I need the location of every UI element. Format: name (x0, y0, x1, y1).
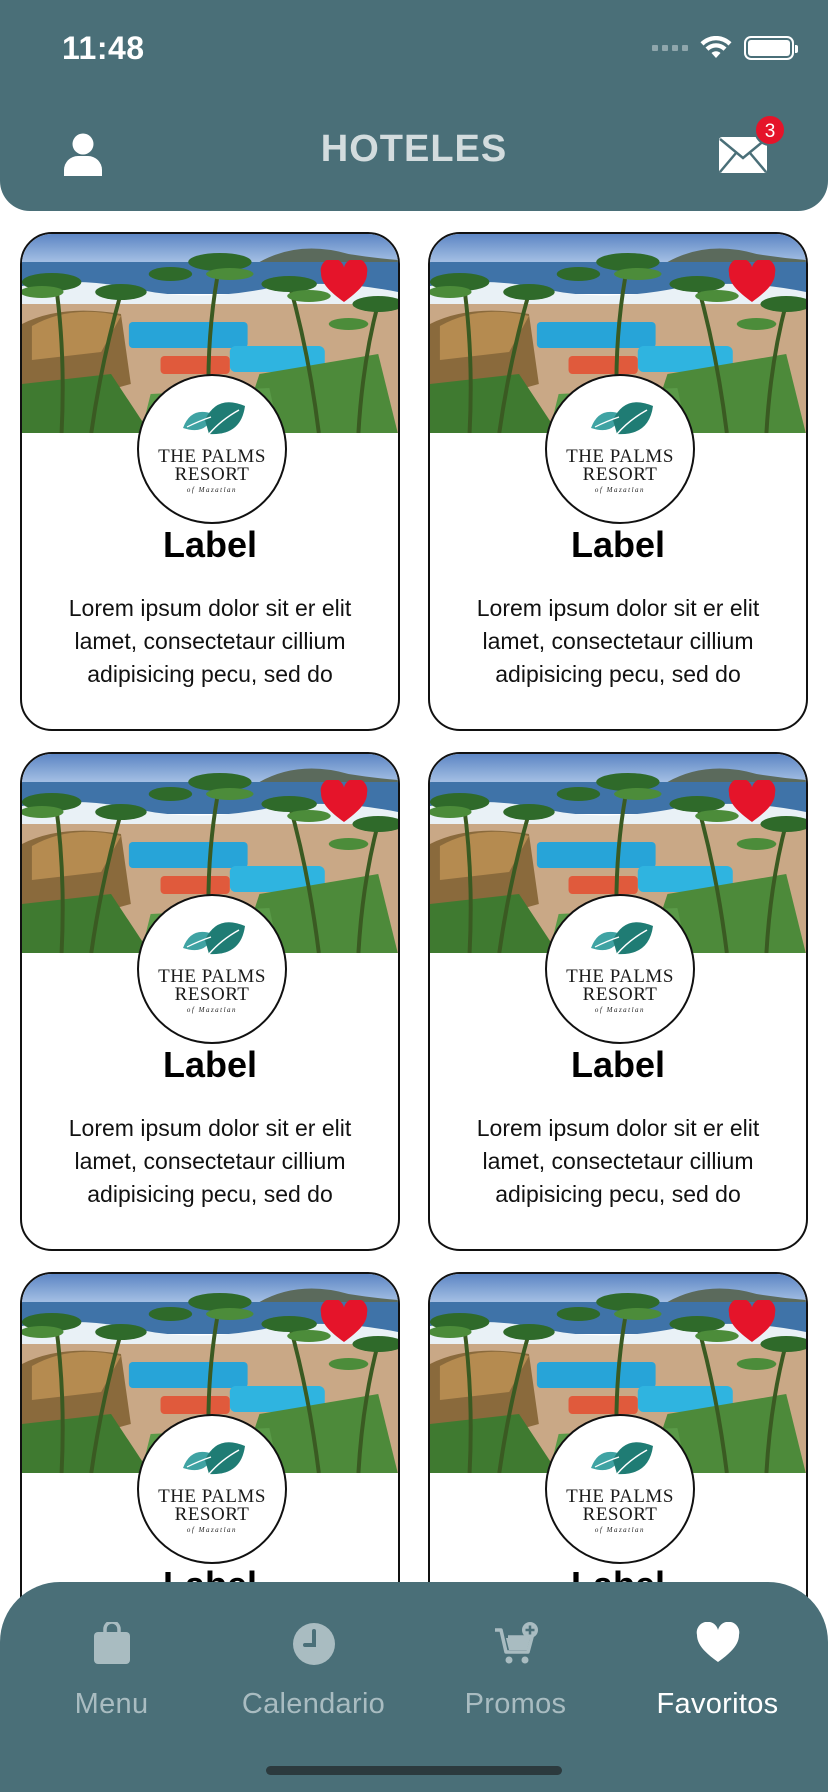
logo-text-line3: of Mazatlan (594, 486, 646, 494)
favorite-heart-icon[interactable] (320, 780, 368, 824)
favorite-heart-icon[interactable] (320, 260, 368, 304)
tab-menu[interactable]: Menu (8, 1602, 215, 1732)
palm-leaf-logo-icon (183, 402, 245, 435)
hotel-card-description: Lorem ipsum dolor sit er elit lamet, con… (68, 1115, 352, 1207)
tab-menu-label: Menu (74, 1688, 149, 1720)
logo-text-line3: of Mazatlan (186, 1526, 238, 1534)
logo-text-line2: RESORT (582, 464, 658, 485)
hotel-card[interactable]: THE PALMS RESORT of Mazatlan Label Lorem… (428, 232, 808, 731)
app-header: 11:48 HOTELES 3 (0, 0, 828, 211)
page-title: HOTELES (320, 128, 508, 170)
tab-calendario-label: Calendario (241, 1688, 386, 1720)
favorite-heart-icon[interactable] (728, 260, 776, 304)
hotel-logo: THE PALMS RESORT of Mazatlan (137, 1414, 287, 1564)
cart-plus-icon (495, 1622, 538, 1664)
tab-promos-label: Promos (464, 1688, 567, 1720)
favorite-heart-icon[interactable] (728, 780, 776, 824)
tab-favoritos-label: Favoritos (656, 1688, 779, 1720)
logo-text-line3: of Mazatlan (186, 1006, 238, 1014)
wifi-icon (700, 36, 732, 58)
favorite-heart-icon[interactable] (728, 1300, 776, 1344)
hotel-card-title: Label (570, 524, 666, 565)
logo-text-line3: of Mazatlan (594, 1526, 646, 1534)
palm-leaf-logo-icon (183, 922, 245, 955)
hotel-logo: THE PALMS RESORT of Mazatlan (137, 374, 287, 524)
hotel-grid: THE PALMS RESORT of Mazatlan Label Lorem… (0, 0, 828, 1792)
favorite-heart-icon[interactable] (320, 1300, 368, 1344)
logo-text-line2: RESORT (582, 1504, 658, 1525)
logo-text-line2: RESORT (174, 464, 250, 485)
logo-text-line2: RESORT (174, 1504, 250, 1525)
hotel-card-description: Lorem ipsum dolor sit er elit lamet, con… (68, 595, 352, 687)
mail-badge: 3 (754, 114, 786, 146)
battery-icon (744, 36, 798, 60)
hotel-card-title: Label (162, 524, 258, 565)
hotel-card[interactable]: THE PALMS RESORT of Mazatlan Label Lorem… (428, 752, 808, 1251)
bag-icon (94, 1622, 130, 1664)
status-time: 11:48 (62, 30, 145, 66)
logo-text-line3: of Mazatlan (186, 486, 238, 494)
tab-calendario[interactable]: Calendario (210, 1602, 417, 1732)
clock-icon (293, 1623, 335, 1665)
palm-leaf-logo-icon (591, 1442, 653, 1475)
palm-leaf-logo-icon (183, 1442, 245, 1475)
tab-favoritos[interactable]: Favoritos (614, 1602, 821, 1732)
hotel-logo: THE PALMS RESORT of Mazatlan (545, 374, 695, 524)
heart-icon (696, 1622, 740, 1662)
cellular-signal-icon (652, 45, 688, 51)
logo-text-line2: RESORT (582, 984, 658, 1005)
palm-leaf-logo-icon (591, 922, 653, 955)
hotel-card-description: Lorem ipsum dolor sit er elit lamet, con… (476, 595, 760, 687)
hotel-logo: THE PALMS RESORT of Mazatlan (545, 894, 695, 1044)
hotel-card[interactable]: THE PALMS RESORT of Mazatlan Label Lorem… (20, 232, 400, 731)
hotel-logo: THE PALMS RESORT of Mazatlan (137, 894, 287, 1044)
hotel-card[interactable]: THE PALMS RESORT of Mazatlan Label Lorem… (20, 752, 400, 1251)
tab-bar: Menu Calendario Promos Favoritos (0, 1582, 828, 1792)
status-icons (652, 36, 798, 60)
hotel-card-title: Label (570, 1044, 666, 1085)
hotel-logo: THE PALMS RESORT of Mazatlan (545, 1414, 695, 1564)
home-indicator (266, 1766, 562, 1775)
logo-text-line3: of Mazatlan (594, 1006, 646, 1014)
hotel-card-description: Lorem ipsum dolor sit er elit lamet, con… (476, 1115, 760, 1207)
palm-leaf-logo-icon (591, 402, 653, 435)
hotel-card-title: Label (162, 1044, 258, 1085)
logo-text-line2: RESORT (174, 984, 250, 1005)
tab-promos[interactable]: Promos (412, 1602, 619, 1732)
